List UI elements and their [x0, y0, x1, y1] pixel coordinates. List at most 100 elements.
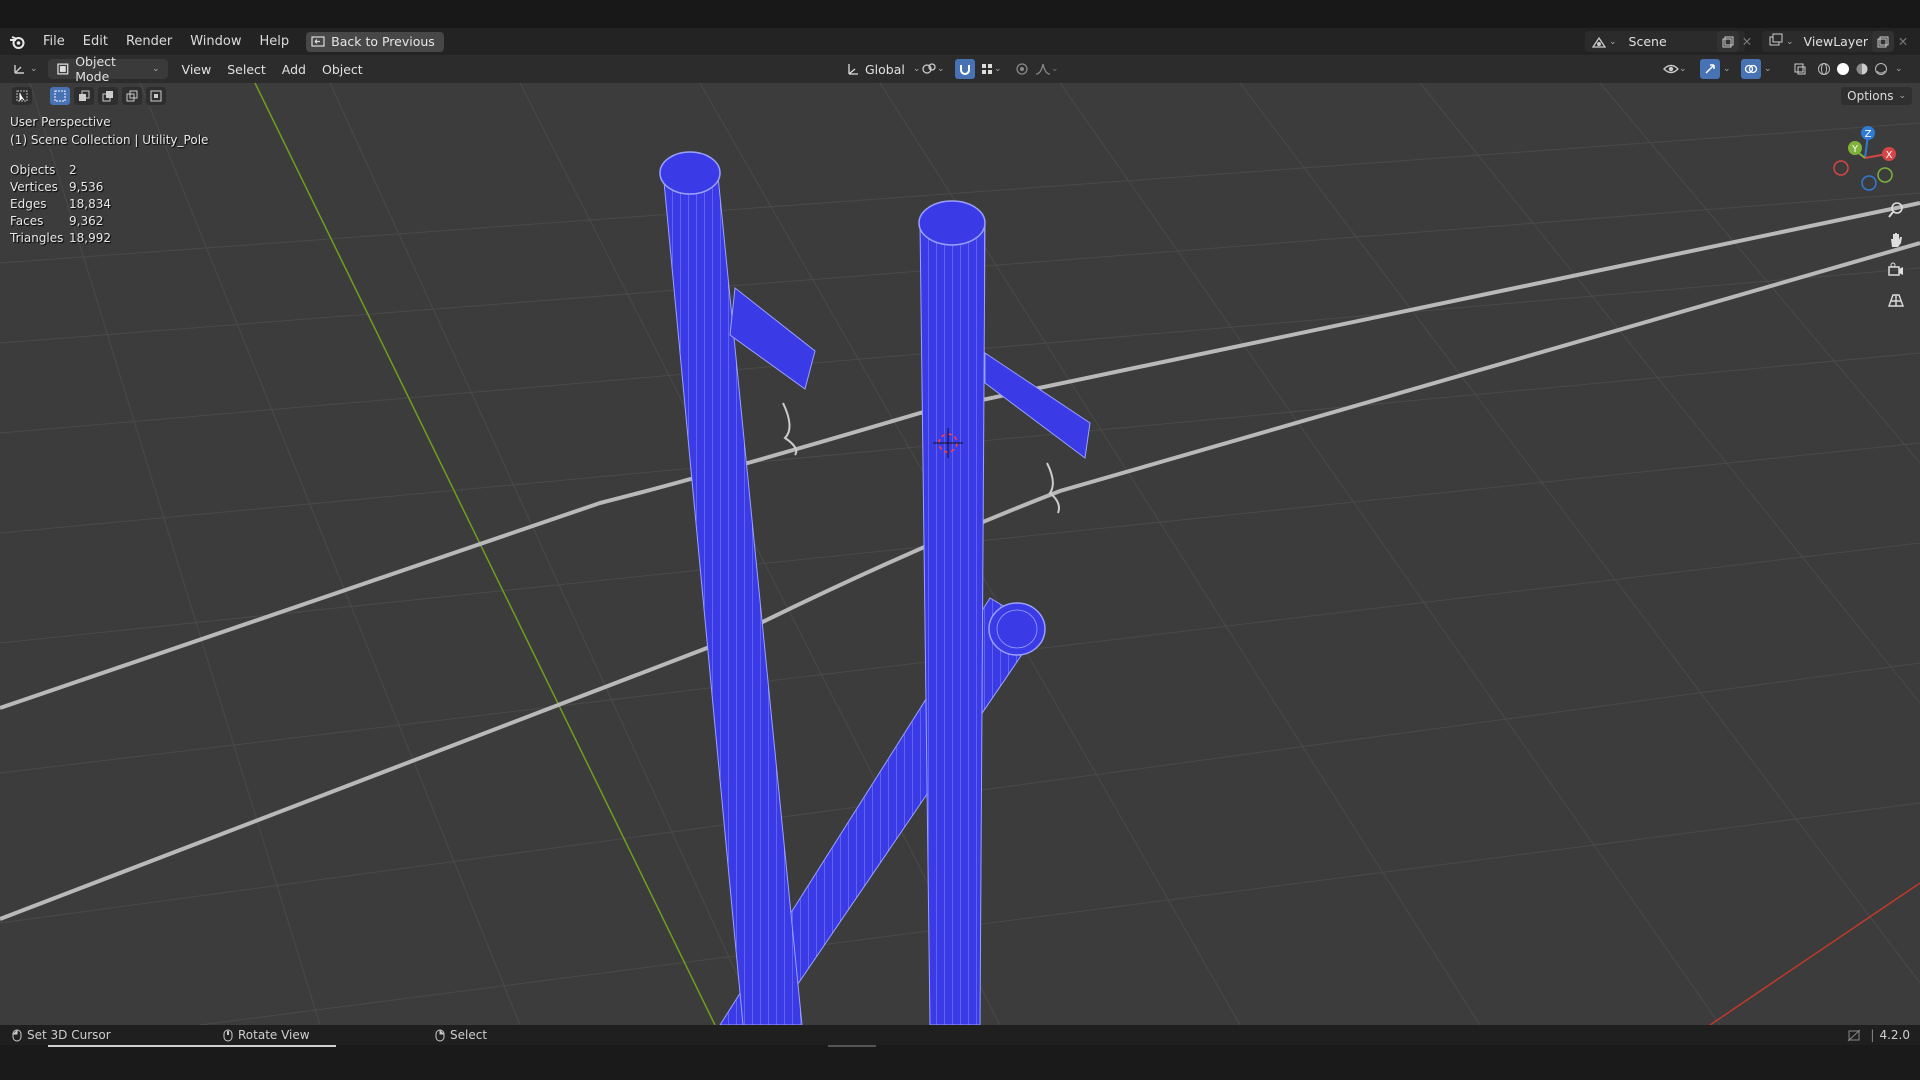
select-mode-new-button[interactable]	[50, 87, 70, 105]
new-viewlayer-button[interactable]	[1872, 31, 1894, 52]
delete-viewlayer-icon[interactable]: ✕	[1896, 31, 1910, 52]
3d-viewport[interactable]: Options ⌄ User Perspective (1) Scene Col…	[0, 83, 1920, 1025]
stat-value: 18,834	[69, 196, 111, 211]
shading-dropdown[interactable]: ⌄	[1892, 59, 1906, 79]
rendered-sphere-icon	[1875, 63, 1887, 75]
gizmo-neg-x	[1833, 160, 1849, 176]
gizmo-toggle[interactable]	[1700, 59, 1720, 79]
grid-perspective-icon	[1888, 294, 1904, 307]
shading-rendered-button[interactable]	[1872, 59, 1890, 79]
snap-toggle[interactable]	[955, 59, 975, 79]
snap-target-dropdown[interactable]: ⌄	[977, 59, 1005, 79]
chevron-down-icon: ⌄	[1786, 36, 1794, 47]
window-bottom-bar	[0, 1045, 1920, 1080]
menu-add[interactable]: Add	[274, 59, 314, 79]
chevron-down-icon: ⌄	[1609, 36, 1617, 47]
global-axes-icon	[848, 64, 858, 75]
zoom-view-button[interactable]	[1884, 198, 1908, 222]
stat-value: 9,362	[69, 213, 104, 228]
options-dropdown[interactable]: Options ⌄	[1841, 87, 1912, 105]
stat-label: Objects	[10, 162, 56, 177]
select-mode-extend-button[interactable]	[74, 87, 94, 105]
transform-orientation-dropdown[interactable]: Global ⌄	[838, 59, 928, 79]
viewlayer-name: ViewLayer	[1803, 34, 1869, 49]
y-axis-line	[254, 83, 716, 1025]
chevron-down-icon: ⌄	[152, 64, 160, 74]
network-off-icon	[1848, 1029, 1861, 1041]
overlays-toggle[interactable]	[1741, 59, 1761, 79]
status-right-label: Select	[450, 1028, 488, 1042]
view-perspective-label: User Perspective	[10, 115, 111, 129]
select-mode-subtract-button[interactable]	[98, 87, 118, 105]
scene-statistics: Objects 2 Vertices 9,536 Edges 18,834 Faces…	[10, 161, 111, 246]
navigation-gizmo[interactable]: Z X Y	[1825, 118, 1905, 198]
back-to-previous-button[interactable]: Back to Previous	[306, 31, 444, 52]
duplicate-icon	[1877, 36, 1889, 47]
stat-row: Edges 18,834	[10, 195, 111, 212]
snap-grid-icon	[982, 64, 992, 74]
editor-type-button[interactable]: ⌄	[8, 59, 42, 79]
status-rotate-view: Rotate View	[223, 1028, 310, 1042]
menu-edit[interactable]: Edit	[74, 28, 117, 55]
xray-toggle[interactable]	[1790, 59, 1810, 79]
menu-object[interactable]: Object	[314, 59, 371, 79]
viewlayer-selector[interactable]: ⌄ ViewLayer	[1762, 31, 1882, 52]
menu-render[interactable]: Render	[117, 28, 181, 55]
stat-row: Triangles 18,992	[10, 229, 111, 246]
select-mode-invert-button[interactable]	[122, 87, 142, 105]
object-mode-icon	[56, 63, 68, 75]
pivot-icon	[922, 63, 936, 74]
shading-material-button[interactable]	[1853, 59, 1871, 79]
status-set-cursor: Set 3D Cursor	[12, 1028, 111, 1042]
solid-sphere-icon	[1837, 63, 1849, 75]
scene-name: Scene	[1628, 34, 1667, 49]
new-scene-button[interactable]	[1717, 31, 1739, 52]
gizmo-x-label: X	[1886, 150, 1893, 161]
pivot-point-dropdown[interactable]: ⌄	[918, 59, 948, 79]
screen-back-icon	[311, 36, 325, 47]
scene-icon	[1591, 35, 1607, 49]
material-sphere-icon	[1856, 63, 1868, 75]
blender-logo-icon[interactable]	[0, 35, 34, 49]
proportional-editing-toggle[interactable]	[1012, 59, 1032, 79]
duplicate-icon	[1722, 36, 1734, 47]
gizmo-dropdown[interactable]: ⌄	[1720, 59, 1734, 79]
stat-label: Vertices	[10, 179, 58, 194]
orientation-label: Global	[865, 61, 905, 77]
chevron-down-icon: ⌄	[1723, 64, 1731, 74]
menu-file[interactable]: File	[34, 28, 74, 55]
stat-value: 18,992	[69, 230, 111, 245]
perspective-toggle-button[interactable]	[1884, 288, 1908, 312]
pan-view-button[interactable]	[1884, 228, 1908, 252]
mouse-left-icon	[12, 1029, 22, 1041]
menu-view[interactable]: View	[174, 59, 220, 79]
select-mode-intersect-button[interactable]	[146, 87, 166, 105]
menu-window[interactable]: Window	[181, 28, 250, 55]
gizmo-z-label: Z	[1865, 129, 1872, 140]
menu-select[interactable]: Select	[219, 59, 274, 79]
visibility-dropdown[interactable]: ⌄	[1660, 59, 1690, 79]
shading-wireframe-button[interactable]	[1815, 59, 1833, 79]
shading-solid-button[interactable]	[1834, 59, 1852, 79]
stat-label: Edges	[10, 196, 47, 211]
viewport-scene[interactable]	[0, 83, 1920, 1025]
mode-dropdown[interactable]: Object Mode ⌄	[47, 54, 168, 84]
version-label: 4.2.0	[1879, 1028, 1910, 1042]
falloff-dropdown[interactable]: ⌄	[1032, 59, 1062, 79]
menu-help[interactable]: Help	[251, 28, 299, 55]
window-top-bar	[0, 0, 1920, 28]
camera-icon	[1888, 262, 1903, 276]
tool-settings-row	[12, 85, 166, 107]
active-tool-select-button[interactable]	[12, 87, 32, 105]
mode-label: Object Mode	[75, 54, 116, 84]
status-middle-label: Rotate View	[238, 1028, 310, 1042]
delete-scene-icon[interactable]: ✕	[1740, 31, 1754, 52]
mouse-right-icon	[435, 1029, 445, 1041]
stat-label: Faces	[10, 213, 44, 228]
xray-icon	[1794, 63, 1806, 75]
select-invert-icon	[126, 90, 138, 102]
overlays-dropdown[interactable]: ⌄	[1761, 59, 1775, 79]
stat-row: Vertices 9,536	[10, 178, 111, 195]
x-axis-line	[1709, 882, 1920, 1025]
camera-view-button[interactable]	[1884, 258, 1908, 282]
